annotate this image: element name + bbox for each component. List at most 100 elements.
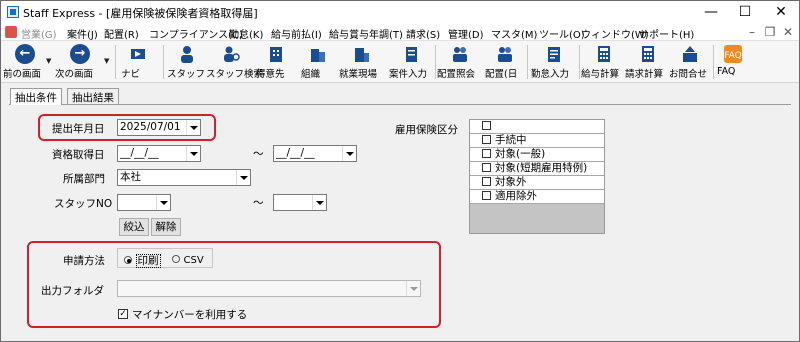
payroll-calc-button[interactable]: 給与計算: [581, 43, 627, 81]
mdi-restore-button[interactable]: ❐: [761, 24, 779, 40]
faq-icon: FAQ: [724, 45, 742, 63]
radio-selected-icon[interactable]: [124, 256, 132, 264]
job-entry-button[interactable]: 案件入力: [389, 43, 435, 81]
filter-button[interactable]: 絞込: [119, 218, 149, 236]
insurance-option-label: 手続中: [495, 134, 527, 146]
chevron-down-icon[interactable]: [186, 146, 200, 161]
insurance-option-general[interactable]: 対象(一般): [470, 148, 604, 162]
tab-extract-conditions[interactable]: 抽出条件: [10, 88, 62, 105]
apply-method-radio-group: 印刷 CSV: [117, 248, 213, 268]
apply-method-csv-option[interactable]: CSV: [172, 253, 204, 266]
chevron-down-icon[interactable]: [406, 281, 420, 296]
checkbox[interactable]: [482, 134, 491, 144]
checkbox[interactable]: [482, 120, 491, 130]
insurance-category-label: 雇用保険区分: [395, 124, 458, 136]
worksite-button[interactable]: 就業現場: [339, 43, 385, 81]
apply-method-label: 申請方法: [63, 255, 105, 267]
staff-no-to-select[interactable]: [273, 194, 327, 211]
title-bar: Staff Express - [雇用保険被保険者資格取得届] — ☐ ✕: [1, 1, 799, 23]
chevron-down-icon[interactable]: [186, 120, 200, 135]
department-select[interactable]: 本社: [117, 169, 251, 186]
worksite-label: 就業現場: [339, 69, 378, 80]
staff-icon: [181, 46, 193, 63]
attendance-entry-label: 勤怠入力: [531, 69, 570, 80]
back-button[interactable]: ← 前の画面: [3, 43, 47, 81]
clear-button[interactable]: 解除: [151, 218, 181, 236]
organization-button[interactable]: 組織: [301, 43, 335, 81]
forward-dropdown-icon[interactable]: ▼: [104, 57, 109, 65]
back-dropdown-icon[interactable]: ▼: [46, 57, 51, 65]
toolbar: ← 前の画面 ▼ → 次の画面 ▼ ナビ スタッフ スタッフ検索 得意先 組織 …: [1, 41, 799, 83]
insurance-option-pending[interactable]: 手続中: [470, 134, 604, 148]
mynumber-checkbox[interactable]: ✓: [118, 309, 128, 319]
menu-master[interactable]: マスタ(M): [491, 26, 537, 41]
mdi-doc-icon: [5, 26, 17, 38]
radio-unselected-icon[interactable]: [172, 255, 180, 263]
submit-date-picker[interactable]: 2025/07/01: [117, 119, 201, 136]
client-icon: [270, 47, 282, 62]
inquiry-label: お問合せ: [669, 69, 708, 80]
checkbox[interactable]: [482, 162, 491, 172]
attendance-entry-button[interactable]: 勤怠入力: [531, 43, 577, 81]
acquire-date-to-picker[interactable]: __/__/__: [273, 145, 357, 162]
client-label: 得意先: [256, 69, 285, 80]
menu-haichi[interactable]: 配置(R): [104, 26, 139, 41]
faq-badge-text: FAQ: [724, 51, 741, 61]
tab-extract-results[interactable]: 抽出結果: [67, 88, 119, 104]
menu-kyuyo-shoyo-nencho[interactable]: 給与賞与年調(T): [329, 26, 403, 41]
menu-anken[interactable]: 案件(J): [67, 26, 98, 41]
window-title: Staff Express - [雇用保険被保険者資格取得届]: [23, 7, 258, 20]
maximize-button[interactable]: ☐: [725, 1, 765, 23]
billing-calc-button[interactable]: 請求計算: [625, 43, 671, 81]
menu-tool[interactable]: ツール(O): [539, 26, 585, 41]
insurance-option-label: 対象(一般): [495, 148, 546, 160]
chevron-down-icon[interactable]: [236, 170, 250, 185]
checkbox[interactable]: [482, 148, 491, 158]
billing-calc-icon: [642, 46, 654, 62]
attendance-entry-icon: [548, 47, 560, 62]
placement-daily-button[interactable]: 配置(日: [485, 43, 525, 81]
forward-button[interactable]: → 次の画面: [55, 43, 105, 81]
apply-method-print-option[interactable]: 印刷: [124, 253, 161, 268]
insurance-option-exempt[interactable]: 適用除外: [470, 190, 604, 204]
toolbar-separator: [527, 45, 528, 79]
acquire-date-from-picker[interactable]: __/__/__: [117, 145, 201, 162]
staff-search-icon: [224, 46, 240, 62]
checkbox[interactable]: [482, 190, 491, 200]
menu-kyuyo-maebarai[interactable]: 給与前払(I): [271, 26, 322, 41]
chevron-down-icon[interactable]: [156, 195, 170, 210]
forward-arrow-icon: →: [70, 44, 90, 64]
chevron-down-icon[interactable]: [312, 195, 326, 210]
menu-eigyo[interactable]: 営業(G): [21, 26, 57, 41]
navi-icon: [131, 49, 145, 59]
insurance-category-list[interactable]: 手続中 対象(一般) 対象(短期雇用特例) 対象外 適用除外: [469, 119, 605, 234]
staff-button[interactable]: スタッフ: [167, 43, 207, 81]
close-button[interactable]: ✕: [761, 1, 799, 23]
faq-button[interactable]: FAQ FAQ: [717, 43, 749, 81]
insurance-option-blank[interactable]: [470, 120, 604, 134]
output-folder-label: 出力フォルダ: [41, 285, 104, 297]
mdi-close-button[interactable]: ✕: [779, 24, 797, 40]
inquiry-icon: [683, 46, 697, 62]
output-folder-select[interactable]: [117, 280, 421, 297]
department-label: 所属部門: [63, 173, 105, 185]
navi-button[interactable]: ナビ: [121, 43, 155, 81]
mynumber-label: マイナンバーを利用する: [132, 309, 248, 321]
placement-inquiry-button[interactable]: 配置照会: [437, 43, 483, 81]
mdi-minimize-button[interactable]: –: [743, 24, 761, 40]
insurance-option-short-term[interactable]: 対象(短期雇用特例): [470, 162, 604, 176]
chevron-down-icon[interactable]: [342, 146, 356, 161]
staff-no-from-select[interactable]: [117, 194, 171, 211]
inquiry-button[interactable]: お問合せ: [669, 43, 711, 81]
checkbox[interactable]: [482, 176, 491, 186]
client-button[interactable]: 得意先: [256, 43, 296, 81]
apply-method-csv-label: CSV: [183, 255, 204, 266]
menu-kanri[interactable]: 管理(D): [448, 26, 484, 41]
staff-search-button[interactable]: スタッフ検索: [206, 43, 263, 81]
menu-seikyu[interactable]: 請求(S): [406, 26, 440, 41]
menu-kintai[interactable]: 勤怠(K): [229, 26, 263, 41]
tilde-separator: ～: [253, 197, 264, 209]
insurance-option-excluded[interactable]: 対象外: [470, 176, 604, 190]
menu-support[interactable]: サポート(H): [639, 26, 694, 41]
placement-inquiry-icon: [453, 47, 467, 62]
